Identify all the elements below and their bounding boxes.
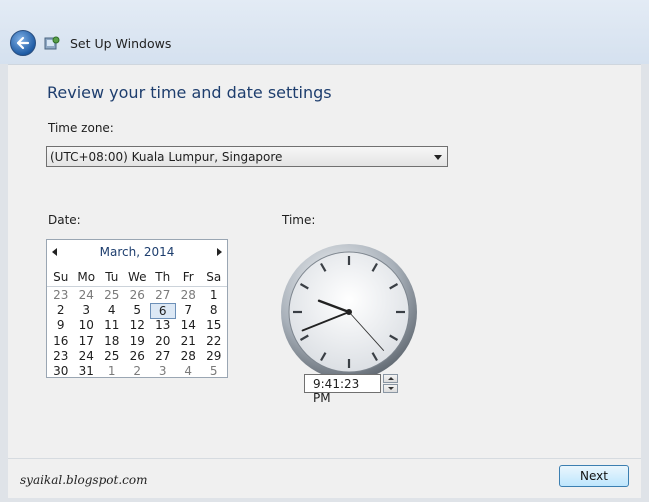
calendar-day[interactable]: 17 [74,334,100,348]
back-button[interactable] [10,30,36,56]
calendar-day[interactable]: 8 [201,303,227,317]
setup-windows-icon [44,36,60,50]
weekday-label: Sa [206,270,222,284]
calendar-day[interactable]: 3 [150,364,176,378]
weekday-label: Tu [105,270,119,284]
weekday-label: Mo [77,270,96,284]
calendar-day[interactable]: 26 [125,288,151,302]
calendar-day[interactable]: 3 [74,303,100,317]
weekday-label: Su [53,270,69,284]
calendar-day[interactable]: 27 [150,288,176,302]
time-label: Time: [282,213,316,227]
time-input[interactable]: 9:41:23 PM [304,374,381,405]
calendar-day[interactable]: 26 [125,349,151,363]
calendar-day[interactable]: 15 [201,318,227,332]
calendar-day[interactable]: 21 [176,334,202,348]
calendar-day[interactable]: 22 [201,334,227,348]
analog-clock [281,244,417,380]
calendar-day[interactable]: 2 [48,303,74,317]
chevron-down-icon [434,155,442,160]
calendar-day[interactable]: 18 [99,334,125,348]
calendar-day[interactable]: 7 [176,303,202,317]
calendar-day[interactable]: 16 [48,334,74,348]
calendar-day[interactable]: 1 [201,288,227,302]
weekday-label: We [127,270,147,284]
calendar-day[interactable]: 24 [74,349,100,363]
time-zone-dropdown[interactable]: (UTC+08:00) Kuala Lumpur, Singapore [46,146,448,167]
calendar-day[interactable]: 4 [99,303,125,317]
spin-down-icon[interactable] [383,384,398,393]
calendar: March, 2014 Su Mo Tu We Th Fr Sa 23 24 25 26 27 28 1 2… [46,239,228,378]
calendar-day[interactable]: 25 [99,349,125,363]
calendar-day[interactable]: 1 [99,364,125,378]
window-title: Set Up Windows [70,36,172,51]
calendar-day[interactable]: 24 [74,288,100,302]
calendar-day[interactable]: 27 [150,349,176,363]
watermark-text: syaikal.blogspot.com [20,473,148,487]
time-spinner[interactable] [383,374,398,393]
next-button[interactable]: Next [559,465,629,487]
calendar-month-title[interactable]: March, 2014 [47,245,227,259]
calendar-day[interactable]: 20 [150,334,176,348]
calendar-day-selected[interactable]: 6 [150,303,176,320]
calendar-day[interactable]: 23 [48,288,74,302]
calendar-day[interactable]: 12 [125,318,151,332]
date-label: Date: [48,213,81,227]
calendar-day[interactable]: 13 [150,318,176,332]
calendar-day[interactable]: 10 [74,318,100,332]
page-title: Review your time and date settings [47,83,332,102]
calendar-day[interactable]: 2 [125,364,151,378]
back-arrow-icon [16,36,30,50]
calendar-day[interactable]: 28 [176,349,202,363]
title-bar: Set Up Windows [0,0,649,64]
calendar-day[interactable]: 28 [176,288,202,302]
content-panel: Review your time and date settings Time … [8,64,641,458]
calendar-day[interactable]: 9 [48,318,74,332]
clock-center [346,309,352,315]
calendar-day[interactable]: 29 [201,349,227,363]
calendar-day[interactable]: 14 [176,318,202,332]
calendar-day[interactable]: 5 [125,303,151,317]
calendar-day[interactable]: 19 [125,334,151,348]
calendar-day[interactable]: 23 [48,349,74,363]
weekday-label: Th [155,270,171,284]
calendar-day[interactable]: 11 [99,318,125,332]
time-zone-value: (UTC+08:00) Kuala Lumpur, Singapore [50,150,283,164]
calendar-day[interactable]: 5 [201,364,227,378]
calendar-day[interactable]: 4 [176,364,202,378]
calendar-day[interactable]: 31 [74,364,100,378]
time-value: 9:41:23 PM [313,377,360,405]
time-zone-label: Time zone: [48,121,114,135]
calendar-day[interactable]: 30 [48,364,74,378]
weekday-label: Fr [182,270,194,284]
calendar-day[interactable]: 25 [99,288,125,302]
spin-up-icon[interactable] [383,374,398,383]
next-month-icon[interactable] [217,248,222,256]
